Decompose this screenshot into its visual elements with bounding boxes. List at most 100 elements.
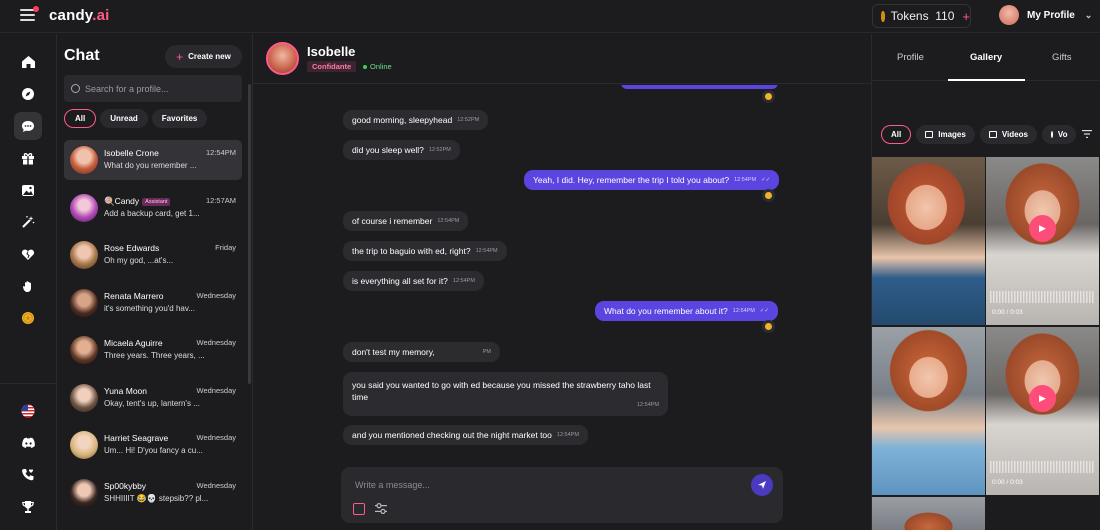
home-icon[interactable]	[14, 48, 42, 76]
message-preview: Um... Hi! D'you fancy a cu...	[104, 446, 203, 455]
list-item[interactable]: Yuna Moon Wednesday Okay, tent's up, lan…	[64, 378, 242, 418]
read-receipt-icon: ✓✓	[761, 177, 771, 183]
read-receipt-icon: ✓✓	[759, 308, 770, 314]
contact-name: 🍭Candy Assistant	[104, 196, 171, 207]
create-new-button[interactable]: + Create new	[165, 45, 242, 68]
logo-tld: .ai	[92, 7, 110, 24]
gallery-icon[interactable]	[14, 176, 42, 204]
filter-all[interactable]: All	[64, 109, 97, 128]
add-tokens-icon[interactable]: +	[962, 9, 970, 24]
message-preview: Add a backup card, get 1...	[104, 209, 200, 218]
filter-voice[interactable]: Vo	[1041, 125, 1076, 144]
chat-header: Isobelle Confidante Online	[253, 34, 1083, 84]
message-time: 12:54PM	[475, 248, 498, 254]
reaction-emoji[interactable]	[762, 90, 775, 103]
list-item[interactable]: Isobelle Crone 12:54PM What do you remem…	[64, 140, 242, 180]
chat-list-panel: Chat + Create new All Unread Favorites Is…	[57, 34, 253, 530]
audio-waveform	[990, 461, 1095, 473]
reaction-emoji[interactable]	[762, 189, 775, 202]
message-bubble: the trip to baguio with ed, right? 12:54P…	[343, 241, 507, 261]
phone-heart-icon[interactable]	[14, 461, 42, 489]
filter-favorites[interactable]: Favorites	[151, 109, 208, 128]
hand-icon[interactable]	[14, 272, 42, 300]
message-text: don't test my memory,	[352, 347, 435, 357]
message-preview: SHHIIIIT 😂💀 stepsib?? pl...	[104, 494, 209, 503]
filter-videos[interactable]: Videos	[979, 125, 1037, 144]
filter-videos-label: Videos	[1001, 130, 1028, 139]
message-preview: Three years. Three years, ...	[104, 351, 205, 360]
video-duration: 0:00 / 0:03	[992, 309, 1023, 316]
status-badge: Assistant	[142, 197, 171, 206]
tab-gifts[interactable]: Gifts	[1052, 52, 1072, 63]
notification-dot	[33, 6, 39, 12]
gallery-image[interactable]	[872, 157, 985, 325]
list-item[interactable]: Micaela Aguirre Wednesday Three years. T…	[64, 330, 242, 370]
contact-name: Yuna Moon	[104, 386, 148, 396]
avatar[interactable]	[266, 42, 299, 75]
message-time: 12:54PM	[556, 432, 579, 438]
tokens-value: 110	[935, 9, 955, 23]
profile-menu[interactable]: My Profile ⌄	[999, 5, 1092, 25]
message-text: you said you wanted to go with ed becaus…	[352, 380, 651, 390]
sort-icon[interactable]	[1082, 130, 1092, 138]
tokens-label: Tokens	[890, 9, 929, 23]
avatar	[70, 146, 98, 174]
discord-icon[interactable]	[14, 429, 42, 457]
chat-icon[interactable]	[14, 112, 42, 140]
compass-icon[interactable]	[14, 80, 42, 108]
voice-icon	[1050, 131, 1053, 138]
tab-profile[interactable]: Profile	[897, 52, 924, 63]
message-text: good morning, sleepyhead	[352, 115, 453, 125]
profile-side-panel: Profile Gallery Gifts All Images Videos …	[871, 34, 1100, 530]
us-flag-icon[interactable]	[14, 397, 42, 425]
message-text: of course i remember	[352, 216, 433, 226]
list-item[interactable]: Sp00kybby Wednesday SHHIIIIT 😂💀 stepsib?…	[64, 473, 242, 513]
gallery-video[interactable]: ▶ 0:00 / 0:03	[986, 327, 1099, 495]
avatar	[70, 479, 98, 507]
list-item[interactable]: Rose Edwards Friday Oh my god, ...at's..…	[64, 235, 242, 275]
magic-wand-icon[interactable]	[14, 208, 42, 236]
search-input[interactable]	[85, 83, 235, 94]
gift-box-icon[interactable]	[14, 144, 42, 172]
list-item[interactable]: 🍭Candy Assistant 12:57AM Add a backup car…	[64, 188, 242, 228]
message-time: Wednesday	[196, 433, 236, 442]
chat-list-scrollbar[interactable]	[248, 84, 251, 384]
search-box[interactable]	[64, 75, 242, 102]
reaction-emoji[interactable]	[762, 320, 775, 333]
audio-waveform	[990, 291, 1095, 303]
filter-images[interactable]: Images	[916, 125, 975, 144]
online-dot-icon	[363, 65, 367, 70]
gallery-video[interactable]: ▶ 0:00 / 0:03	[986, 157, 1099, 325]
page-title: Chat	[64, 47, 100, 64]
settings-sliders-icon[interactable]	[375, 502, 387, 515]
contact-name: Isobelle Crone	[104, 148, 159, 158]
filter-unread[interactable]: Unread	[100, 109, 148, 128]
tab-gallery[interactable]: Gallery	[970, 52, 1002, 63]
avatar	[70, 336, 98, 364]
menu-icon[interactable]	[20, 6, 39, 21]
filter-all[interactable]: All	[881, 125, 912, 144]
send-button[interactable]	[751, 474, 773, 496]
gallery-image[interactable]	[872, 327, 985, 495]
avatar	[70, 431, 98, 459]
trophy-icon[interactable]	[14, 493, 42, 521]
list-item[interactable]: Renata Marrero Wednesday it's something …	[64, 283, 242, 323]
filter-images-label: Images	[938, 130, 966, 139]
coin-icon[interactable]	[14, 304, 42, 332]
logo[interactable]: candy.ai	[49, 7, 110, 24]
avatar	[70, 289, 98, 317]
image-icon	[925, 131, 934, 138]
gallery-image[interactable]	[872, 497, 985, 530]
message-time: 12:54PM	[452, 278, 475, 284]
tokens-button[interactable]: Tokens 110 +	[872, 4, 971, 28]
message-time: Wednesday	[196, 291, 236, 300]
online-status-text: Online	[370, 62, 392, 71]
heart-broken-icon[interactable]	[14, 240, 42, 268]
gift-icon[interactable]	[353, 503, 365, 515]
list-item[interactable]: Harriet Seagrave Wednesday Um... Hi! D'y…	[64, 425, 242, 465]
message-time: 12:54PM	[205, 148, 236, 157]
message-input[interactable]	[355, 477, 735, 493]
play-icon[interactable]: ▶	[1029, 385, 1056, 412]
play-icon[interactable]: ▶	[1029, 215, 1056, 242]
create-new-label: Create new	[188, 52, 231, 61]
